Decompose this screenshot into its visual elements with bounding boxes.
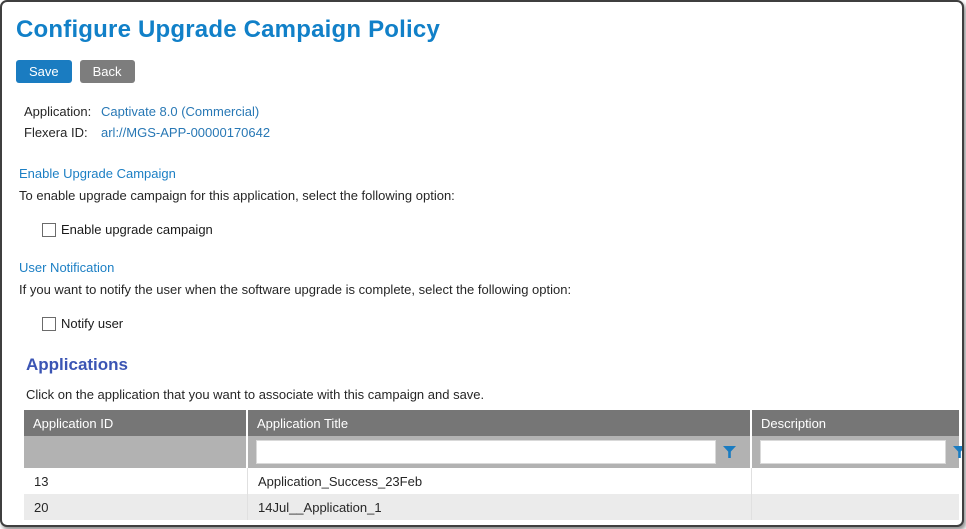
flexera-id-row: Flexera ID: arl://MGS-APP-00000170642 bbox=[24, 122, 962, 143]
enable-upgrade-campaign-heading: Enable Upgrade Campaign bbox=[19, 166, 962, 181]
applications-table-filter-row bbox=[24, 436, 959, 468]
filter-cell-description bbox=[752, 436, 964, 468]
filter-cell-application-id bbox=[24, 436, 248, 468]
notify-user-checkbox[interactable] bbox=[42, 317, 56, 331]
cell-application-id[interactable]: 13 bbox=[24, 468, 248, 494]
flexera-id-link[interactable]: arl://MGS-APP-00000170642 bbox=[101, 122, 270, 143]
application-row: Application: Captivate 8.0 (Commercial) bbox=[24, 101, 962, 122]
user-notification-description: If you want to notify the user when the … bbox=[19, 282, 962, 297]
applications-description: Click on the application that you want t… bbox=[26, 387, 962, 402]
enable-upgrade-campaign-checkbox[interactable] bbox=[42, 223, 56, 237]
application-title-filter-input[interactable] bbox=[256, 440, 716, 464]
cell-application-title[interactable]: Application_Success_23Feb bbox=[248, 468, 752, 494]
enable-upgrade-campaign-checkbox-row[interactable]: Enable upgrade campaign bbox=[42, 222, 962, 237]
notify-user-checkbox-label: Notify user bbox=[61, 316, 123, 331]
page-title: Configure Upgrade Campaign Policy bbox=[16, 16, 962, 44]
applications-table: Application ID Application Title Descrip… bbox=[24, 410, 959, 520]
description-filter-input[interactable] bbox=[760, 440, 946, 464]
back-button[interactable]: Back bbox=[80, 60, 135, 83]
applications-heading: Applications bbox=[26, 355, 962, 375]
enable-upgrade-campaign-checkbox-label: Enable upgrade campaign bbox=[61, 222, 213, 237]
column-header-application-title[interactable]: Application Title bbox=[248, 410, 752, 436]
user-notification-section: User Notification If you want to notify … bbox=[19, 260, 962, 331]
filter-cell-application-title bbox=[248, 436, 752, 468]
application-link[interactable]: Captivate 8.0 (Commercial) bbox=[101, 101, 259, 122]
funnel-icon bbox=[953, 446, 965, 458]
notify-user-checkbox-row[interactable]: Notify user bbox=[42, 316, 962, 331]
cell-application-id[interactable]: 20 bbox=[24, 494, 248, 520]
table-row[interactable]: 20 14Jul__Application_1 bbox=[24, 494, 959, 520]
save-button[interactable]: Save bbox=[16, 60, 72, 83]
application-title-filter-button[interactable] bbox=[716, 440, 742, 464]
application-label: Application: bbox=[24, 101, 101, 122]
user-notification-heading: User Notification bbox=[19, 260, 962, 275]
table-row[interactable]: 13 Application_Success_23Feb bbox=[24, 468, 959, 494]
configure-upgrade-campaign-policy-window: Configure Upgrade Campaign Policy Save B… bbox=[0, 0, 964, 527]
enable-upgrade-campaign-section: Enable Upgrade Campaign To enable upgrad… bbox=[19, 166, 962, 237]
cell-description[interactable] bbox=[752, 494, 959, 520]
toolbar: Save Back bbox=[16, 60, 962, 83]
column-header-application-id[interactable]: Application ID bbox=[24, 410, 248, 436]
funnel-icon bbox=[723, 446, 736, 458]
enable-upgrade-campaign-description: To enable upgrade campaign for this appl… bbox=[19, 188, 962, 203]
column-header-description[interactable]: Description bbox=[752, 410, 959, 436]
application-info: Application: Captivate 8.0 (Commercial) … bbox=[24, 101, 962, 143]
flexera-id-label: Flexera ID: bbox=[24, 122, 101, 143]
applications-table-header-row: Application ID Application Title Descrip… bbox=[24, 410, 959, 436]
cell-description[interactable] bbox=[752, 468, 959, 494]
description-filter-button[interactable] bbox=[946, 440, 964, 464]
cell-application-title[interactable]: 14Jul__Application_1 bbox=[248, 494, 752, 520]
